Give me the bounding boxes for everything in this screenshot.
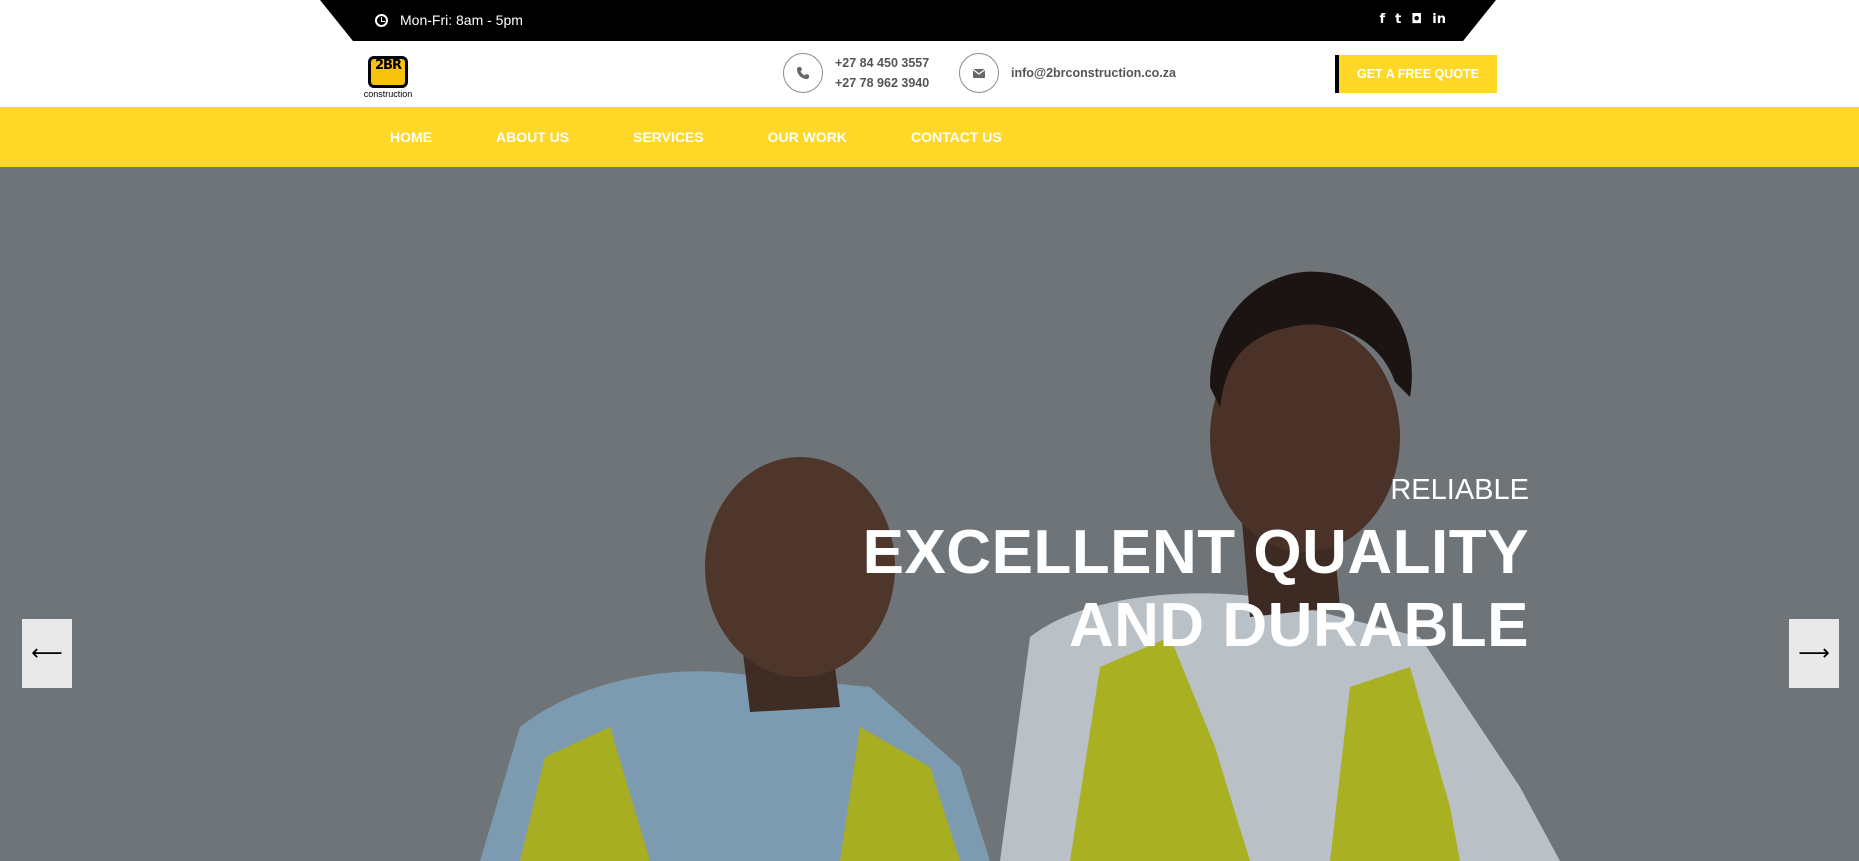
nav-item-contact-us[interactable]: CONTACT US — [911, 129, 1002, 145]
hero-title-line-2: AND DURABLE — [1068, 591, 1529, 660]
phone-number-1[interactable]: +27 84 450 3557 — [835, 53, 929, 73]
get-free-quote-button[interactable]: GET A FREE QUOTE — [1335, 55, 1497, 93]
logo-text: construction — [363, 89, 413, 99]
hero-slider: RELIABLE EXCELLENT QUALITY AND DURABLE ⟵… — [0, 167, 1859, 861]
email-contact: info@2brconstruction.co.za — [959, 53, 1176, 93]
header: 2BR construction +27 84 450 3557 +27 78 … — [0, 41, 1859, 107]
linkedin-icon[interactable]: in — [1432, 12, 1446, 28]
logo-mark: 2BR — [368, 56, 408, 88]
phone-icon — [783, 53, 823, 93]
nav-list: HOME ABOUT US SERVICES OUR WORK CONTACT … — [390, 107, 1066, 167]
hero-caption: RELIABLE EXCELLENT QUALITY AND DURABLE — [863, 472, 1529, 662]
clock-icon — [375, 13, 388, 27]
hero-title-line-1: EXCELLENT QUALITY — [862, 518, 1529, 587]
nav-item-home[interactable]: HOME — [390, 129, 432, 145]
envelope-icon — [959, 53, 999, 93]
nav-item-our-work[interactable]: OUR WORK — [768, 129, 847, 145]
facebook-icon[interactable]: f — [1379, 12, 1385, 28]
twitter-icon[interactable]: t — [1395, 12, 1401, 28]
email-address[interactable]: info@2brconstruction.co.za — [1011, 63, 1176, 83]
phone-number-2[interactable]: +27 78 962 3940 — [835, 73, 929, 93]
social-links: f t ◘ in — [1379, 12, 1446, 28]
working-hours-text: Mon-Fri: 8am - 5pm — [400, 12, 523, 28]
logo[interactable]: 2BR construction — [360, 56, 416, 100]
slider-next-button[interactable]: ⟶ — [1789, 619, 1839, 688]
logo-mark-text: 2BR — [375, 58, 402, 73]
hero-subtitle: RELIABLE — [1390, 474, 1529, 506]
phone-contact: +27 84 450 3557 +27 78 962 3940 — [783, 53, 929, 93]
slider-prev-button[interactable]: ⟵ — [22, 619, 72, 688]
topbar-black-strip: Mon-Fri: 8am - 5pm f t ◘ in — [320, 0, 1496, 41]
phone-numbers: +27 84 450 3557 +27 78 962 3940 — [835, 53, 929, 93]
topbar: Mon-Fri: 8am - 5pm f t ◘ in — [0, 0, 1859, 41]
arrow-left-icon: ⟵ — [31, 640, 63, 666]
instagram-icon[interactable]: ◘ — [1411, 12, 1422, 28]
nav-item-about-us[interactable]: ABOUT US — [496, 129, 569, 145]
arrow-right-icon: ⟶ — [1798, 640, 1830, 666]
working-hours: Mon-Fri: 8am - 5pm — [375, 12, 523, 28]
nav-item-services[interactable]: SERVICES — [633, 129, 704, 145]
main-nav: HOME ABOUT US SERVICES OUR WORK CONTACT … — [0, 107, 1859, 167]
